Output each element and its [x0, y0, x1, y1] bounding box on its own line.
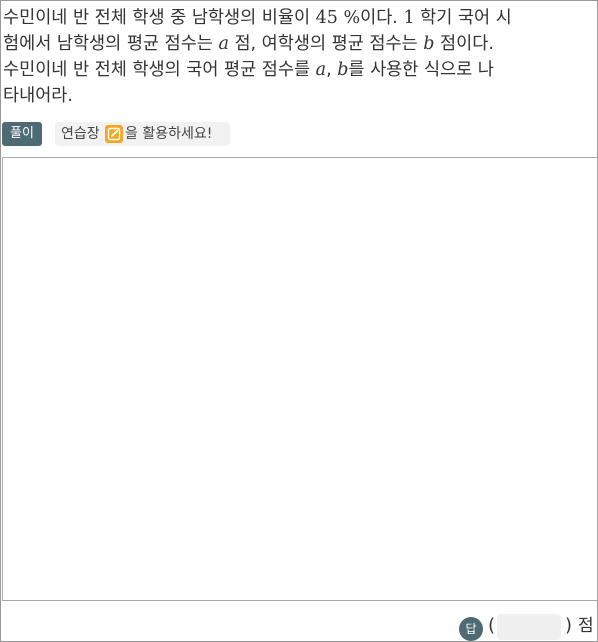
scratchpad-area[interactable] [2, 157, 598, 601]
semester-number: 1 [403, 8, 415, 28]
question-line-1: 수민이네 반 전체 학생 중 남학생의 비율이 45 %이다. 1 학기 국어 … [3, 5, 593, 31]
variable-b: b [337, 60, 349, 80]
answer-unit: 점 [578, 616, 594, 636]
question-text-segment: 점이다. [434, 34, 494, 54]
open-paren: ( [488, 615, 496, 636]
answer-badge: 답 [459, 617, 483, 641]
question-text-segment: 험에서 남학생의 평균 점수는 [3, 34, 219, 54]
question-line-3: 수민이네 반 전체 학생의 국어 평균 점수를 a, b를 사용한 식으로 나 [3, 57, 593, 83]
solution-button[interactable]: 풀이 [2, 122, 42, 146]
variable-b: b [423, 34, 435, 54]
hint-prefix: 연습장 [61, 126, 100, 142]
question-text-segment: 학기 국어 시 [414, 8, 512, 28]
scratchpad-hint[interactable]: 연습장 을 활용하세요! [55, 122, 230, 146]
hint-suffix: 을 활용하세요! [125, 126, 213, 142]
ratio-value: 45 % [315, 8, 361, 28]
question-text-segment: , [326, 60, 338, 80]
question-text-segment: 이다. [360, 8, 404, 28]
question-text-segment: 점, 여학생의 평균 점수는 [228, 34, 424, 54]
question-text: 수민이네 반 전체 학생 중 남학생의 비율이 45 %이다. 1 학기 국어 … [3, 5, 593, 109]
question-line-2: 험에서 남학생의 평균 점수는 a 점, 여학생의 평균 점수는 b 점이다. [3, 31, 593, 57]
close-paren: ) [565, 615, 573, 636]
variable-a: a [315, 60, 327, 80]
answer-input[interactable] [497, 614, 561, 640]
question-text-segment: 수민이네 반 전체 학생의 국어 평균 점수를 [3, 60, 316, 80]
answer-row: 답 ( ) 점 [1, 602, 597, 641]
pencil-icon [105, 125, 123, 143]
variable-a: a [218, 34, 229, 54]
question-text-segment: 를 사용한 식으로 나 [348, 60, 494, 80]
question-line-4: 타내어라. [3, 86, 73, 106]
problem-card: 수민이네 반 전체 학생 중 남학생의 비율이 45 %이다. 1 학기 국어 … [0, 0, 598, 642]
question-text-segment: 수민이네 반 전체 학생 중 남학생의 비율이 [3, 8, 316, 28]
